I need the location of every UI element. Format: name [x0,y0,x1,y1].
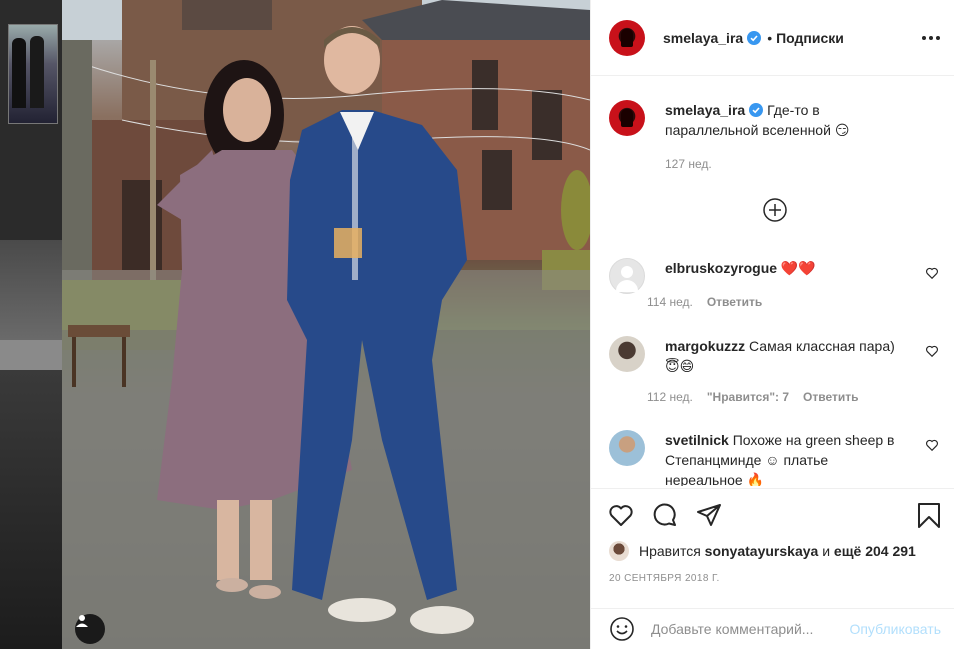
comment-meta: 114 нед. Ответить [647,295,762,309]
comment-body: margokuzzz Самая классная пара) 😇😄 [665,336,895,377]
post-header: smelaya_ira • Подписки [591,0,954,76]
author-username[interactable]: smelaya_ira [663,30,743,46]
comment-input[interactable] [651,621,831,637]
liker-username[interactable]: sonyatayurskaya [705,543,819,559]
liker-avatar[interactable] [609,541,629,561]
comment-item: margokuzzz Самая классная пара) 😇😄 [609,336,939,377]
like-comment-heart-icon[interactable] [925,344,939,358]
post-actions: Нравится sonyatayurskaya и ещё 204 291 2… [591,488,954,608]
author-avatar[interactable] [609,19,645,56]
following-button[interactable]: Подписки [776,30,844,46]
reply-button[interactable]: Ответить [707,295,762,309]
caption-username[interactable]: smelaya_ira [665,102,745,118]
like-comment-heart-icon[interactable] [925,266,939,280]
post-details-panel: smelaya_ira • Подписки smelaya_ira Где-т… [590,0,954,649]
comment-body: elbruskozyrogue ❤️❤️ [665,258,895,294]
comment-username[interactable]: svetilnick [665,432,729,448]
comment-timestamp[interactable]: 112 нед. [647,390,693,404]
commenter-avatar[interactable] [609,258,645,294]
caption-timestamp[interactable]: 127 нед. [665,157,712,171]
comment-emoji: 😇😄 [665,359,695,375]
user-tag-icon [76,615,88,627]
load-more-icon[interactable] [763,198,787,222]
caption-avatar[interactable] [609,100,645,136]
reply-button[interactable]: Ответить [803,390,858,404]
user-tag-button[interactable] [75,614,105,644]
comment-item: elbruskozyrogue ❤️❤️ [609,258,939,294]
likes-prefix: Нравится [639,543,701,559]
post-date[interactable]: 20 СЕНТЯБРЯ 2018 Г. [609,573,720,584]
verified-icon [747,30,762,45]
verified-icon [749,103,764,117]
comment-body: svetilnick Похоже на green sheep в Степа… [665,430,895,486]
bookmark-icon[interactable] [915,501,943,529]
likes-count-button[interactable]: ещё 204 291 [834,543,916,559]
heart-icon[interactable] [607,501,635,529]
comment-icon[interactable] [651,501,679,529]
comment-meta: 112 нед. "Нравится": 7 Ответить [647,390,859,404]
commenter-avatar[interactable] [609,336,645,372]
comment-emoji: 🔥 [746,473,764,486]
add-comment-bar: Опубликовать [591,608,954,649]
post-caption: smelaya_ira Где-то в параллельной вселен… [609,100,939,141]
share-icon[interactable] [695,501,723,529]
background-page [0,0,62,649]
likes-summary: Нравится sonyatayurskaya и ещё 204 291 [609,541,916,561]
comment-username[interactable]: elbruskozyrogue [665,260,777,276]
commenter-avatar[interactable] [609,430,645,466]
comment-timestamp[interactable]: 114 нед. [647,295,693,309]
comment-username[interactable]: margokuzzz [665,338,745,354]
comment-text: Самая классная пара) [749,338,895,354]
comment-emoji: ❤️❤️ [780,261,816,277]
likes-conjunction: и [822,543,831,559]
caption-body: smelaya_ira Где-то в параллельной вселен… [665,100,865,141]
comment-likes[interactable]: "Нравится": 7 [707,390,789,404]
post-photo[interactable] [62,0,590,649]
photo-illustration [62,0,590,649]
more-icon[interactable] [921,30,941,46]
emoji-icon[interactable] [609,616,635,642]
comment-item: svetilnick Похоже на green sheep в Степа… [609,430,939,486]
caption-emoji: 😏 [834,123,850,139]
publish-button[interactable]: Опубликовать [849,621,941,637]
header-separator: • [767,29,773,46]
like-comment-heart-icon[interactable] [925,438,939,452]
